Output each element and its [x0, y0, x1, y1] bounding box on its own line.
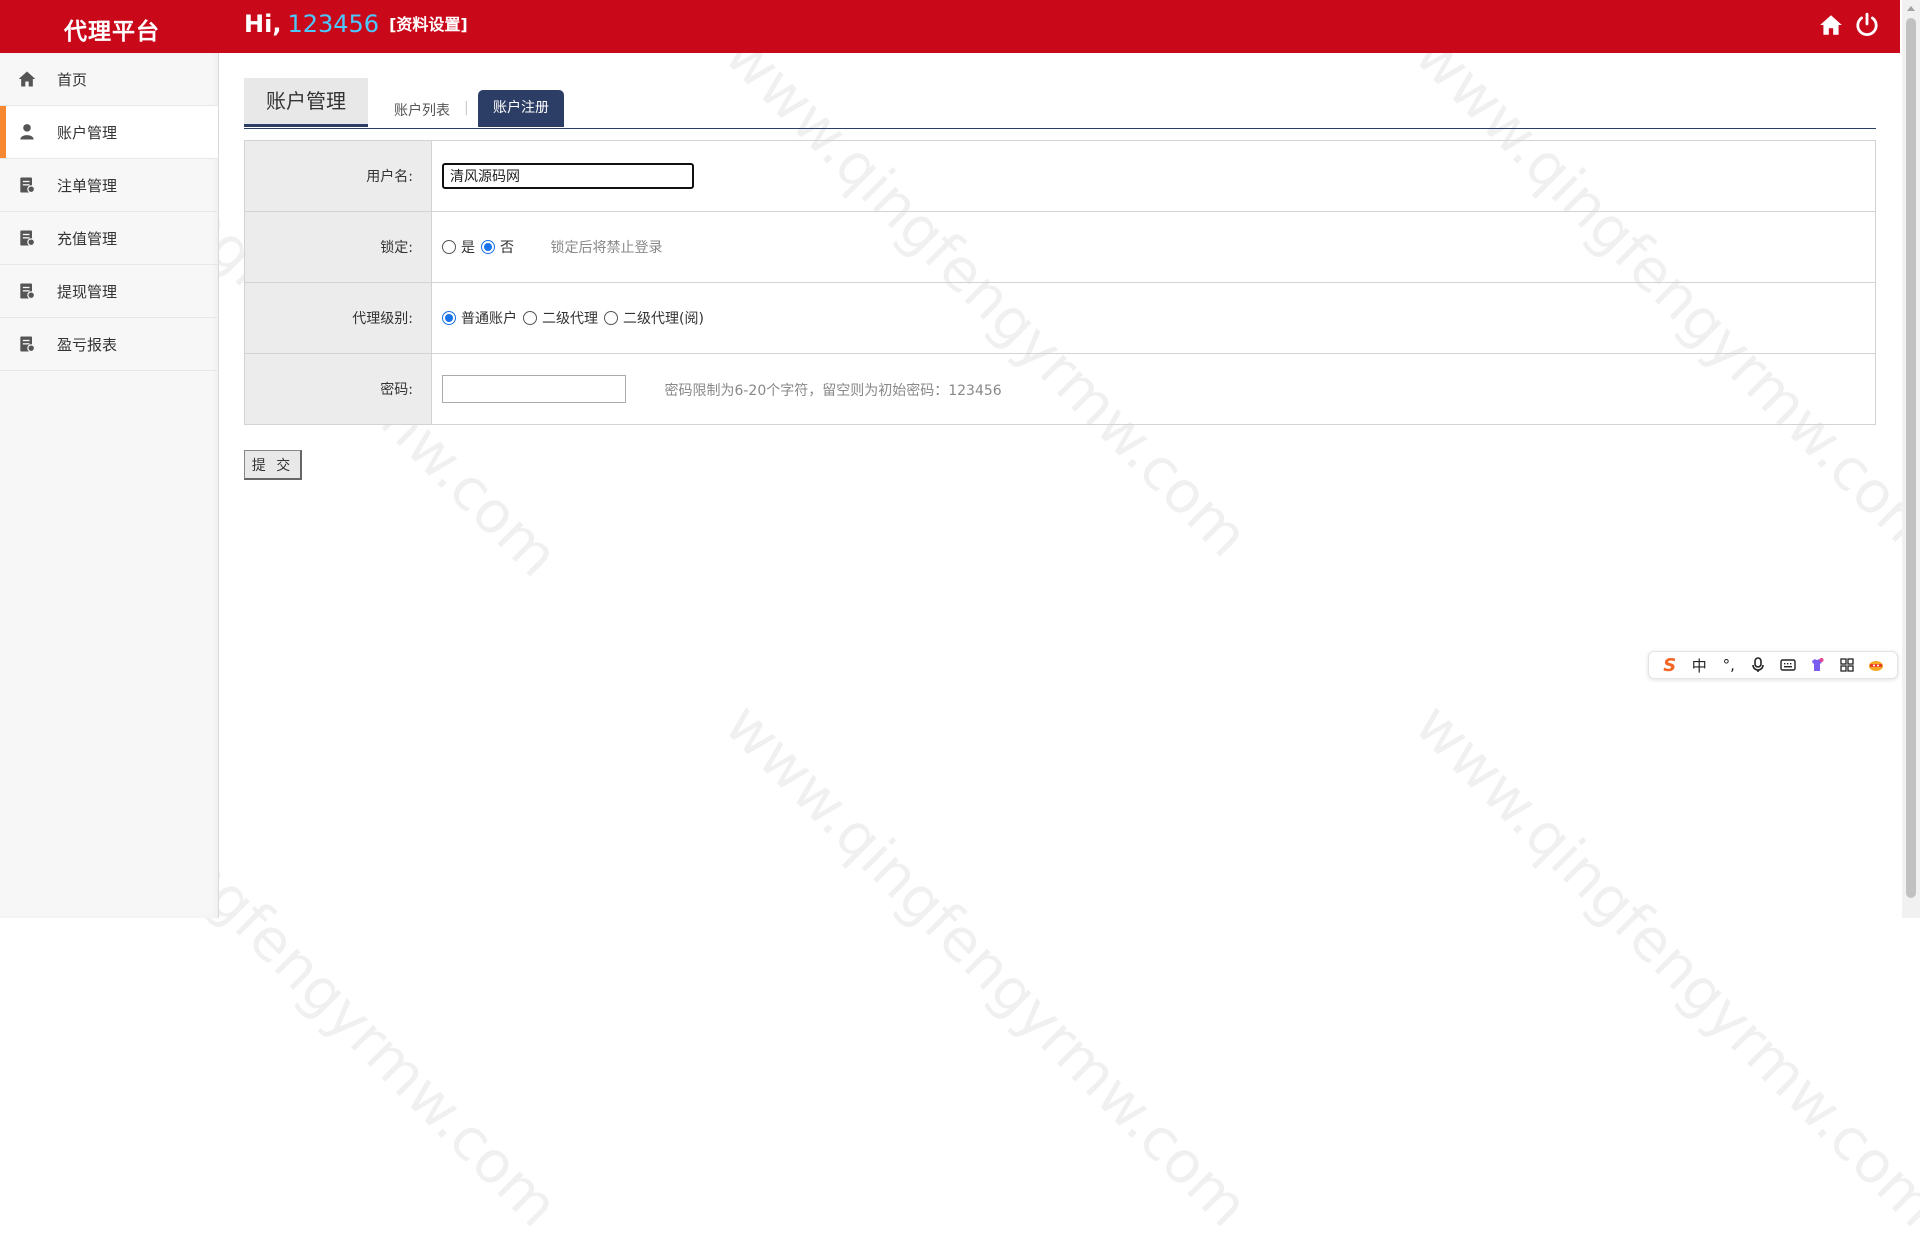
greeting: Hi, 123456 [资料设置] [244, 10, 468, 38]
form-row-username: 用户名: [244, 140, 1876, 212]
locked-label: 锁定: [244, 211, 432, 283]
scroll-thumb[interactable] [1906, 18, 1916, 898]
locked-hint: 锁定后将禁止登录 [550, 240, 663, 256]
sidebar-item-home[interactable]: 首页 [0, 53, 218, 106]
sidebar-item-label: 盈亏报表 [57, 335, 118, 354]
sidebar-item-recharge[interactable]: 充值管理 [0, 212, 218, 265]
greeting-text: Hi, [244, 10, 282, 38]
tab-account-list[interactable]: 账户列表 [394, 100, 450, 120]
form-row-locked: 锁定: 是 否 锁定后将禁止登录 [244, 211, 1876, 283]
level-agent2-readonly-radio[interactable] [604, 311, 618, 325]
sidebar-item-accounts[interactable]: 账户管理 [0, 106, 218, 159]
microphone-icon[interactable] [1748, 655, 1768, 675]
ime-mode-toggle[interactable]: 中 [1689, 655, 1709, 675]
document-icon [20, 230, 36, 247]
level-agent2-readonly-label: 二级代理(阅) [623, 311, 704, 327]
register-form: 用户名: 锁定: 是 否 锁定后将禁止登录 代理级别: 普通账户 二级代理 二级代理(… [244, 140, 1876, 425]
tab-separator: | [464, 100, 469, 116]
locked-yes-radio[interactable] [442, 240, 456, 254]
username-input[interactable] [442, 163, 694, 189]
header-actions [1818, 12, 1880, 38]
tab-bar: 账户管理 账户列表 | 账户注册 [244, 78, 1876, 129]
sidebar-item-bets[interactable]: 注单管理 [0, 159, 218, 212]
level-agent2-label: 二级代理 [542, 311, 598, 327]
profile-settings-link[interactable]: [资料设置] [389, 15, 468, 34]
sidebar-item-label: 注单管理 [57, 176, 118, 195]
top-header: 代理平台 Hi, 123456 [资料设置] [0, 0, 1900, 53]
document-icon [20, 177, 36, 194]
username-label: 用户名: [244, 140, 432, 212]
mascot-icon[interactable] [1866, 655, 1886, 675]
tab-account-register[interactable]: 账户注册 [478, 90, 564, 127]
user-icon [20, 124, 34, 140]
ime-punctuation-toggle[interactable]: °, [1719, 655, 1739, 675]
sidebar-item-withdraw[interactable]: 提现管理 [0, 265, 218, 318]
agent-level-label: 代理级别: [244, 282, 432, 354]
sidebar-item-pnl-report[interactable]: 盈亏报表 [0, 318, 218, 371]
level-agent2-radio[interactable] [523, 311, 537, 325]
locked-no-radio[interactable] [481, 240, 495, 254]
form-row-password: 密码: 密码限制为6-20个字符，留空则为初始密码：123456 [244, 353, 1876, 425]
sidebar-item-label: 充值管理 [57, 229, 118, 248]
watermark: www.qingfengyrmw.com [1401, 690, 1920, 1240]
document-icon [20, 283, 36, 300]
brand-title: 代理平台 [64, 19, 160, 45]
password-input[interactable] [442, 375, 626, 403]
scroll-up-arrow[interactable] [1907, 6, 1915, 11]
power-icon[interactable] [1854, 12, 1880, 38]
skin-shirt-icon[interactable] [1807, 655, 1827, 675]
password-hint: 密码限制为6-20个字符，留空则为初始密码：123456 [664, 382, 1002, 399]
sidebar-item-label: 提现管理 [57, 282, 118, 301]
level-normal-label: 普通账户 [461, 311, 517, 327]
section-title: 账户管理 [244, 78, 368, 127]
locked-yes-label: 是 [461, 240, 475, 256]
sidebar-item-label: 首页 [57, 70, 88, 89]
sidebar: 首页 账户管理 注单管理 充值管理 提现管理 盈亏报表 [0, 53, 219, 918]
level-normal-radio[interactable] [442, 311, 456, 325]
keyboard-icon[interactable] [1778, 655, 1798, 675]
current-username: 123456 [287, 10, 380, 38]
watermark: www.qingfengyrmw.com [711, 690, 1262, 1240]
sidebar-item-label: 账户管理 [57, 123, 118, 142]
home-icon[interactable] [1818, 12, 1844, 38]
vertical-scrollbar[interactable] [1902, 0, 1920, 918]
grid-menu-icon[interactable] [1837, 655, 1857, 675]
locked-no-label: 否 [500, 240, 514, 256]
ime-logo[interactable]: S [1660, 655, 1680, 676]
password-label: 密码: [244, 353, 432, 425]
home-icon [18, 71, 36, 87]
form-row-agent-level: 代理级别: 普通账户 二级代理 二级代理(阅) [244, 282, 1876, 354]
submit-button[interactable]: 提 交 [244, 450, 302, 480]
ime-toolbar: S 中 °, [1648, 651, 1898, 679]
document-icon [20, 336, 36, 353]
